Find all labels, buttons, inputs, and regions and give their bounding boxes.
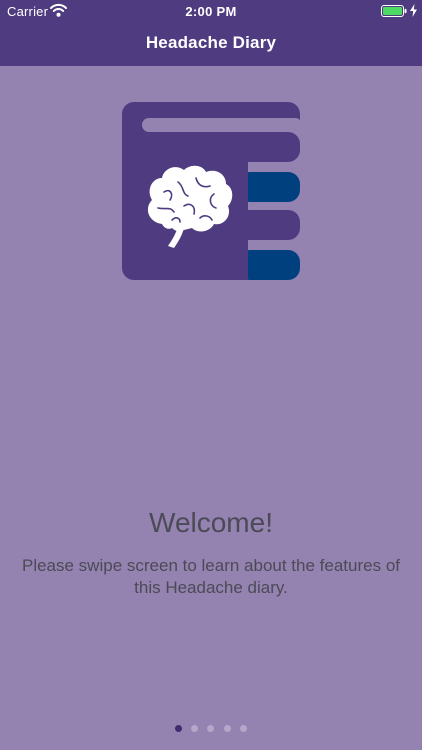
page-indicator[interactable]	[170, 724, 252, 734]
page-dot-5[interactable]	[240, 725, 247, 732]
welcome-title: Welcome!	[149, 507, 273, 538]
welcome-message: Please swipe screen to learn about the f…	[21, 556, 400, 597]
brain-notebook-icon	[122, 102, 302, 280]
bolt-icon	[410, 4, 417, 17]
page-dot-1[interactable]	[175, 725, 182, 732]
battery-icon	[381, 5, 407, 17]
status-time: 2:00 PM	[185, 4, 237, 19]
status-bar: Carrier 2:00 PM	[0, 0, 422, 22]
top-bar: Carrier 2:00 PM Headache Diary	[0, 0, 422, 66]
page-dot-4[interactable]	[224, 725, 231, 732]
nav-title: Headache Diary	[145, 33, 277, 52]
page-dot-3[interactable]	[207, 725, 214, 732]
page-dot-2[interactable]	[191, 725, 198, 732]
